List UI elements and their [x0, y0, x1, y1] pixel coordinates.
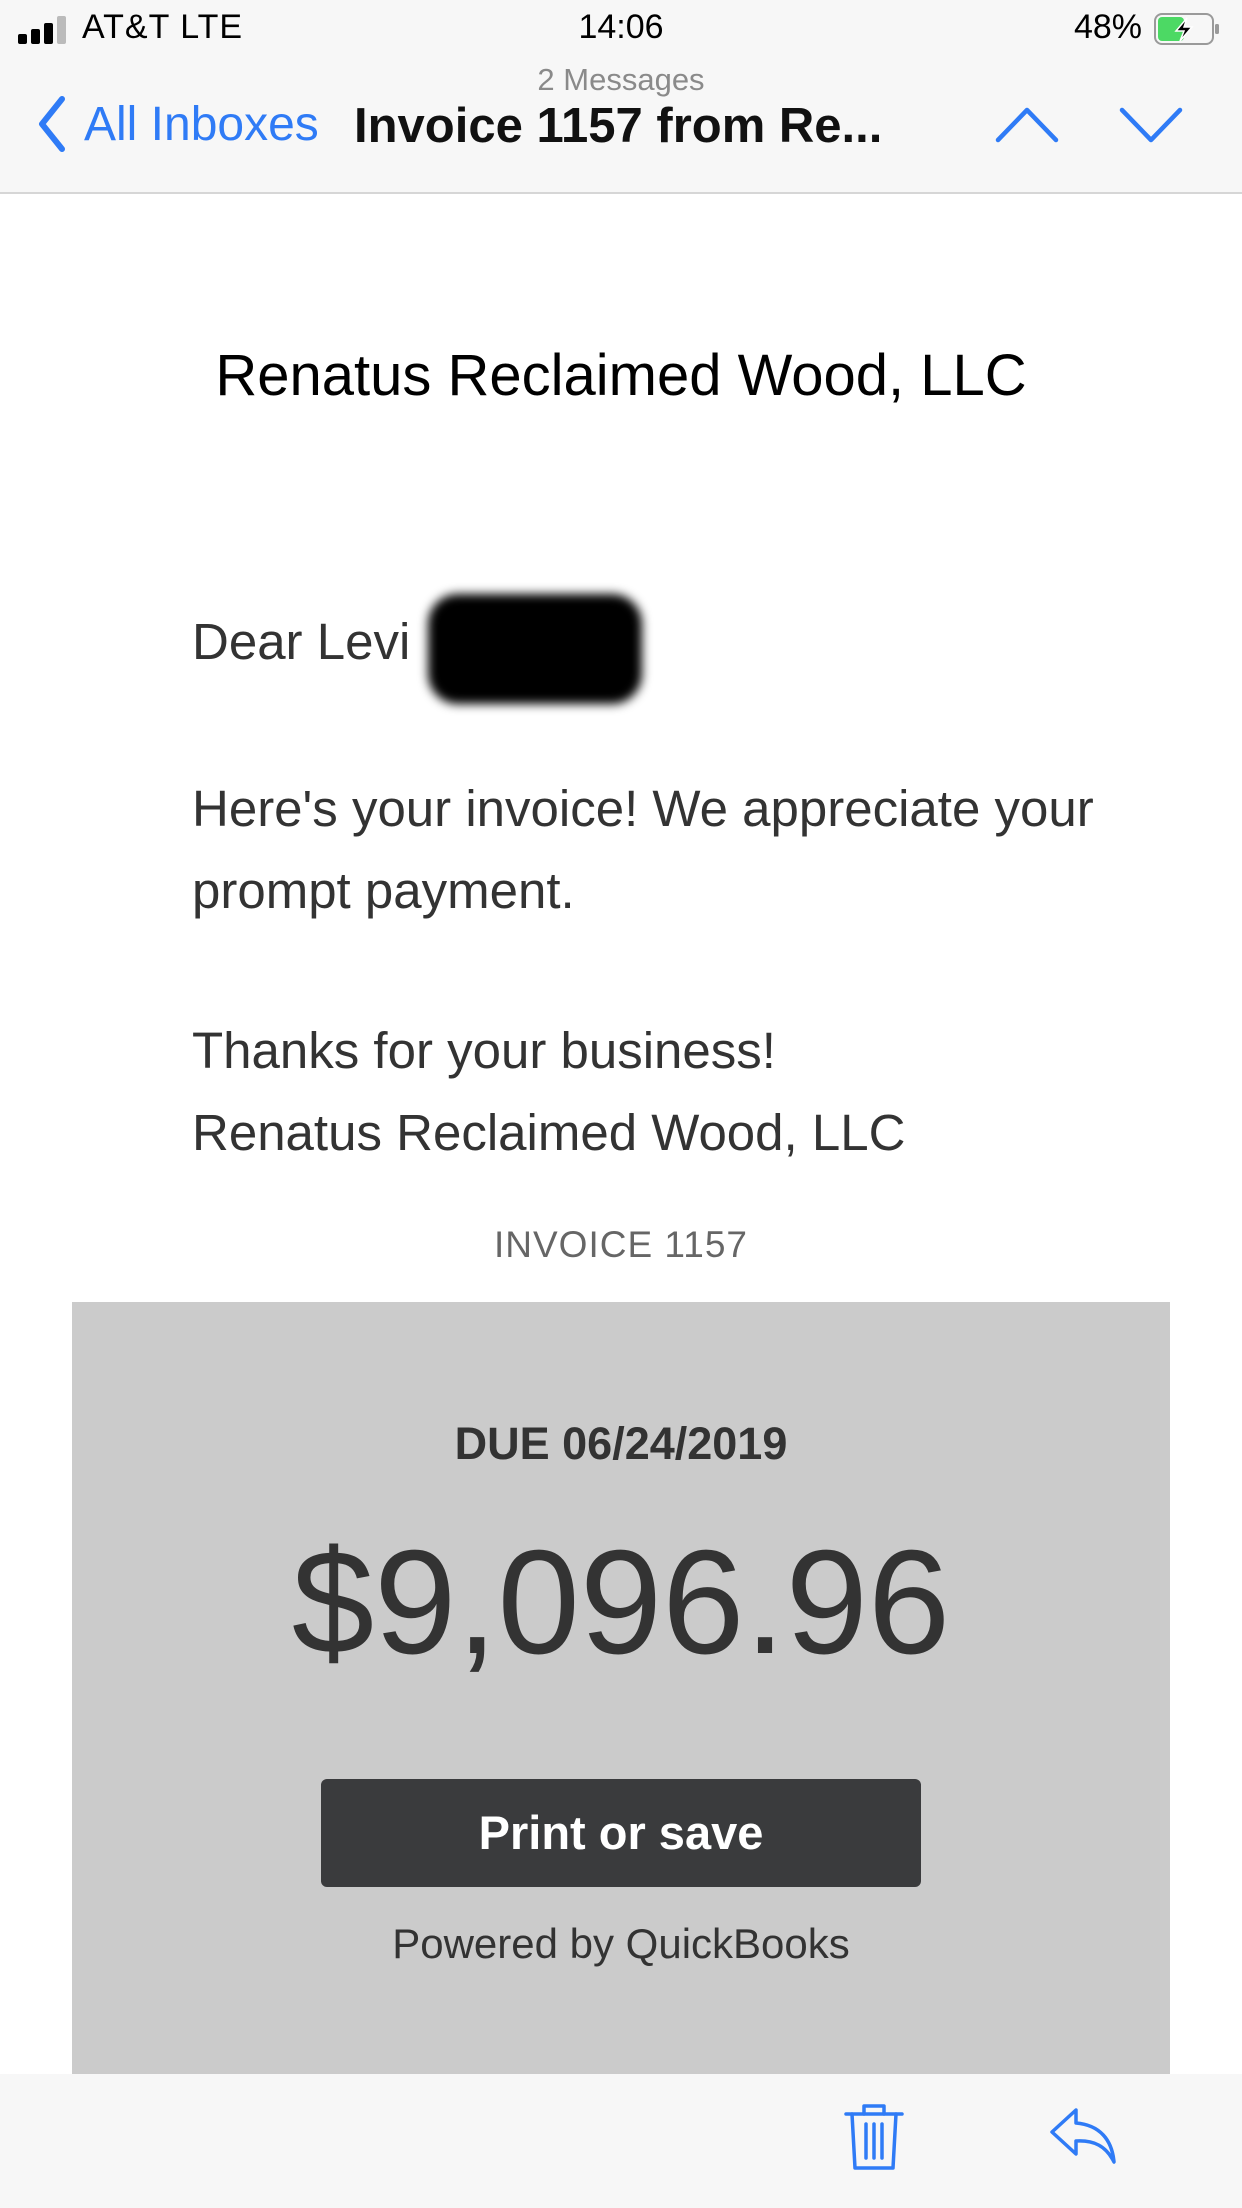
amount-due: $9,096.96	[291, 1520, 951, 1685]
signoff-text: Thanks for your business!	[192, 1022, 776, 1079]
company-name: Renatus Reclaimed Wood, LLC	[215, 343, 1027, 408]
previous-message-button[interactable]	[994, 100, 1060, 150]
print-or-save-button[interactable]: Print or save	[321, 1779, 921, 1887]
mail-nav-bar: 2 Messages All Inboxes Invoice 1157 from…	[0, 60, 1242, 194]
due-date: DUE 06/24/2019	[454, 1418, 788, 1469]
message-count: 2 Messages	[537, 62, 705, 97]
next-message-button[interactable]	[1118, 100, 1184, 150]
email-subject: Invoice 1157 from Re...	[354, 99, 883, 153]
chevron-up-icon	[995, 107, 1059, 143]
back-label: All Inboxes	[84, 97, 319, 151]
invoice-label: INVOICE 1157	[494, 1224, 748, 1265]
greeting-text: Dear Levi	[192, 613, 411, 670]
redaction-mark	[428, 594, 642, 704]
reply-icon[interactable]	[1046, 2104, 1120, 2168]
chevron-down-icon	[1119, 107, 1183, 143]
chevron-left-icon	[39, 96, 65, 152]
battery-charging-icon	[1154, 13, 1219, 45]
signature-text: Renatus Reclaimed Wood, LLC	[192, 1104, 906, 1161]
invoice-summary-card: DUE 06/24/2019 $9,096.96 Print or save P…	[72, 1302, 1170, 2074]
bottom-toolbar	[0, 2074, 1242, 2208]
back-button[interactable]: All Inboxes	[36, 94, 319, 154]
battery-percent: 48%	[1073, 8, 1142, 46]
status-bar: AT&T LTE 14:06 48%	[0, 0, 1242, 60]
powered-by-text: Powered by QuickBooks	[392, 1920, 850, 1967]
trash-icon[interactable]	[842, 2100, 906, 2174]
body-paragraph: Here's your invoice! We appreciate your …	[192, 780, 1094, 919]
clock: 14:06	[578, 8, 664, 46]
signoff-block: Thanks for your business! Renatus Reclai…	[192, 1010, 905, 1174]
